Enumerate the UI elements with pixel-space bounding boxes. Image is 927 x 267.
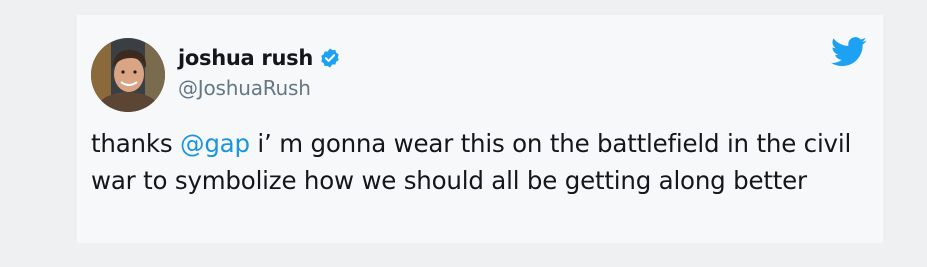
- author-handle[interactable]: @JoshuaRush: [178, 76, 311, 100]
- author-name-row: joshua rush: [178, 44, 341, 72]
- mention-link[interactable]: @gap: [180, 129, 250, 158]
- tweet-card: joshua rush @JoshuaRush thanks @gap i’ m…: [77, 15, 883, 243]
- tweet-body: thanks @gap i’ m gonna wear this on the …: [91, 125, 871, 199]
- author-display-name[interactable]: joshua rush: [178, 46, 313, 70]
- avatar-image: [91, 38, 165, 112]
- author-avatar[interactable]: [91, 38, 165, 112]
- twitter-bird-icon[interactable]: [831, 37, 867, 67]
- tweet-text-before: thanks: [91, 129, 181, 158]
- verified-badge-icon: [319, 47, 341, 69]
